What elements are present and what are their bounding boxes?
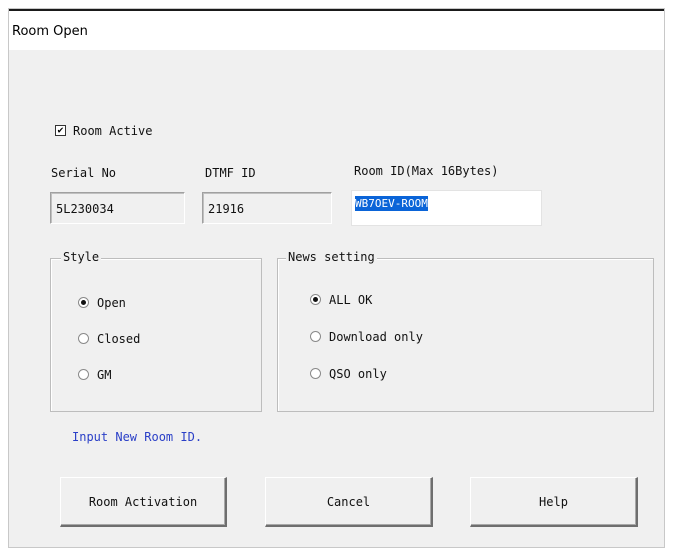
- style-group-title: Style: [61, 250, 102, 264]
- room-active-checkbox[interactable]: ✔: [55, 125, 66, 136]
- news-download-only-radio[interactable]: [310, 331, 321, 342]
- dtmf-id-field: 21916: [202, 192, 332, 224]
- room-active-label: Room Active: [73, 124, 153, 138]
- serial-no-label: Serial No: [51, 166, 117, 180]
- style-closed-label: Closed: [97, 332, 141, 346]
- news-all-ok-radio[interactable]: [310, 294, 321, 305]
- style-gm-radio[interactable]: [78, 369, 89, 380]
- room-id-value: WB7OEV-ROOM: [355, 196, 428, 211]
- room-id-label: Room ID(Max 16Bytes): [354, 164, 499, 178]
- style-group: Style Open Closed GM: [50, 250, 262, 412]
- dtmf-id-label: DTMF ID: [205, 166, 256, 180]
- news-group-title: News setting: [286, 250, 377, 264]
- help-button[interactable]: Help: [470, 477, 638, 527]
- news-qso-only-radio[interactable]: [310, 368, 321, 379]
- news-setting-group: News setting ALL OK Download only QSO on…: [277, 250, 654, 412]
- room-open-window: Room Open ✔ Room Active Serial No DTMF I…: [8, 8, 665, 548]
- style-open-label: Open: [97, 296, 126, 310]
- news-all-ok-label: ALL OK: [329, 293, 373, 307]
- style-open-radio[interactable]: [78, 297, 89, 308]
- status-message: Input New Room ID.: [72, 430, 203, 444]
- style-gm-label: GM: [97, 368, 112, 382]
- window-title: Room Open: [12, 24, 88, 39]
- room-activation-button[interactable]: Room Activation: [60, 477, 227, 527]
- title-bar: Room Open: [9, 9, 664, 50]
- serial-no-field: 5L230034: [50, 192, 185, 224]
- cancel-button[interactable]: Cancel: [265, 477, 433, 527]
- news-qso-only-label: QSO only: [329, 367, 387, 381]
- room-id-input[interactable]: WB7OEV-ROOM: [351, 190, 542, 226]
- news-download-only-label: Download only: [329, 330, 423, 344]
- style-closed-radio[interactable]: [78, 333, 89, 344]
